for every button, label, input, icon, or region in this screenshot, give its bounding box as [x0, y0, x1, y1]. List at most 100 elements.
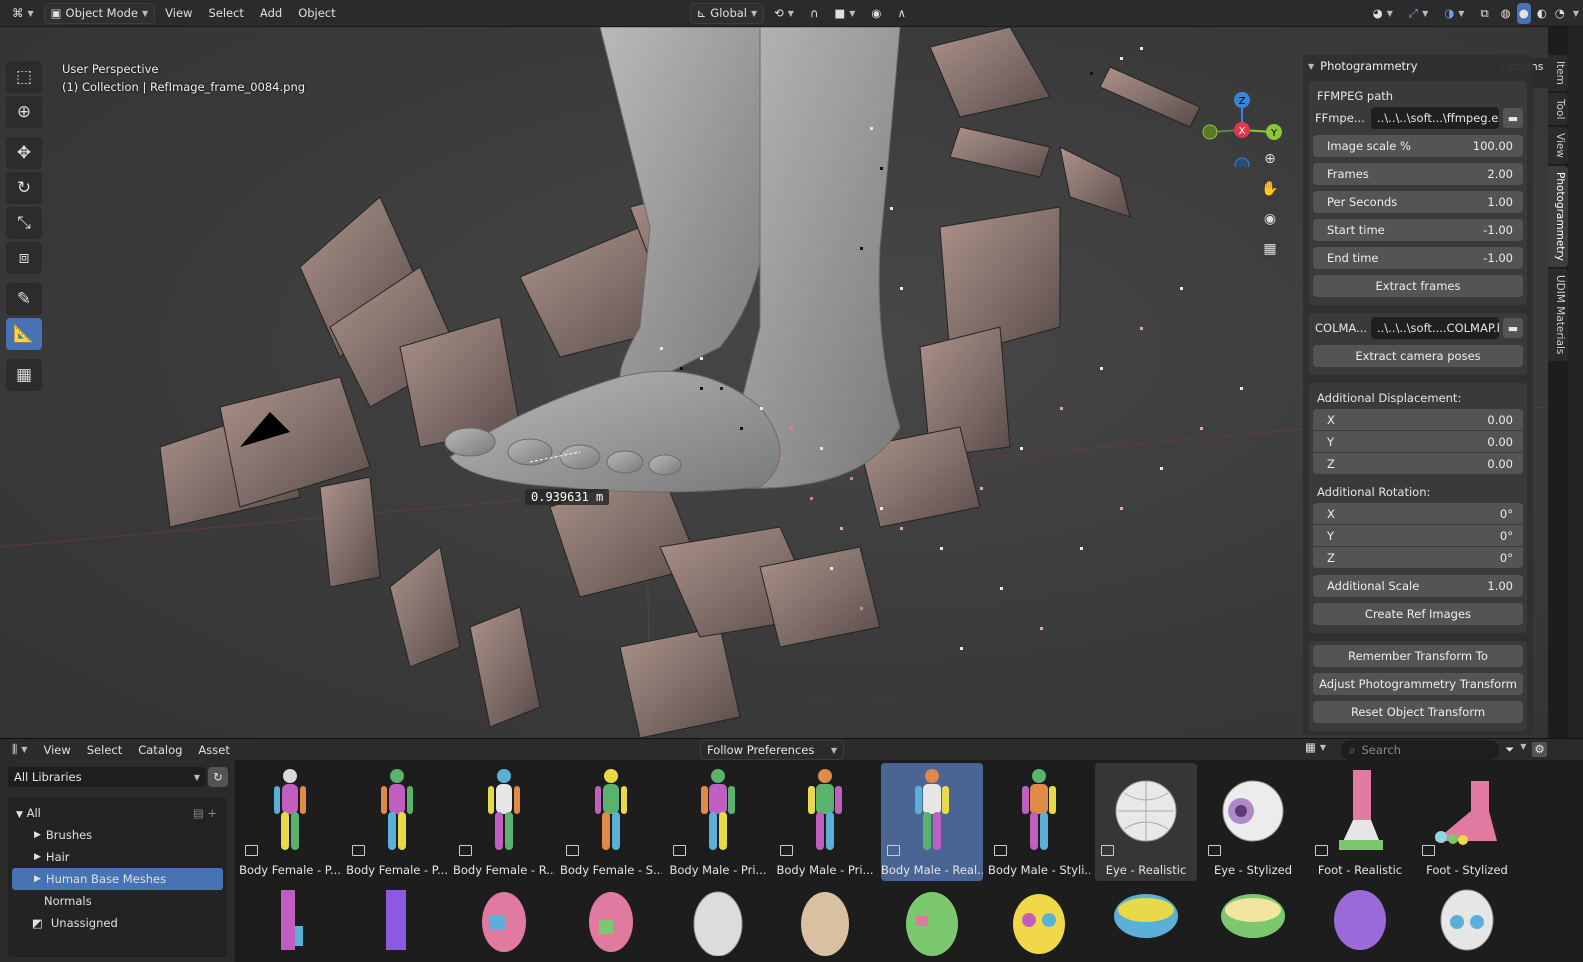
- asset-menu-select[interactable]: Select: [81, 739, 128, 760]
- mode-dropdown[interactable]: ▣ Object Mode ▼: [43, 2, 156, 24]
- displacement-x-field[interactable]: X 0.00: [1313, 409, 1523, 431]
- transform-orientation-dropdown[interactable]: ⊾ Global ▼: [689, 2, 765, 24]
- ortho-grid-icon[interactable]: ▦: [1257, 237, 1283, 261]
- measure-tool[interactable]: 📐: [6, 318, 42, 350]
- menu-select[interactable]: Select: [202, 3, 249, 24]
- library-dropdown[interactable]: All Libraries ▼: [8, 767, 206, 787]
- additional-scale-field[interactable]: Additional Scale 1.00: [1313, 575, 1523, 597]
- menu-object[interactable]: Object: [292, 3, 341, 24]
- folder-icon[interactable]: ▬: [1503, 108, 1523, 128]
- asset-tile[interactable]: Body Male - Pri...: [774, 763, 876, 881]
- move-tool[interactable]: ✥: [6, 137, 42, 169]
- editor-type-button[interactable]: ⫼ ▼: [6, 739, 33, 760]
- asset-tile[interactable]: Body Female - P...: [346, 763, 448, 881]
- skull-thumbnail[interactable]: [1309, 886, 1411, 962]
- end-time-field[interactable]: End time -1.00: [1313, 247, 1523, 269]
- head-thumbnail[interactable]: [774, 886, 876, 962]
- editor-type-button[interactable]: ⌘ ▼: [6, 3, 40, 24]
- extract-frames-button[interactable]: Extract frames: [1313, 275, 1523, 297]
- catalog-item-human-base-meshes[interactable]: ▶ Human Base Meshes: [12, 868, 223, 890]
- head-thumbnail[interactable]: [667, 886, 769, 962]
- tab-udim-materials[interactable]: UDIM Materials: [1548, 269, 1568, 361]
- annotate-tool[interactable]: ✎: [6, 283, 42, 315]
- shading-options-dropdown[interactable]: ▼: [1571, 3, 1583, 24]
- asset-tile[interactable]: Body Male - Styli...: [988, 763, 1090, 881]
- asset-tile[interactable]: Foot - Realistic: [1309, 763, 1411, 881]
- xray-toggle[interactable]: ⧉: [1474, 3, 1494, 24]
- asset-tile[interactable]: Foot - Stylized: [1416, 763, 1518, 881]
- create-ref-images-button[interactable]: Create Ref Images: [1313, 603, 1523, 625]
- head-thumbnail[interactable]: [453, 886, 555, 962]
- skull-thumbnail[interactable]: [1416, 886, 1518, 962]
- refresh-library-button[interactable]: ↻: [208, 767, 228, 787]
- visibility-dropdown[interactable]: ◕ ▼: [1367, 3, 1399, 24]
- menu-add[interactable]: Add: [254, 3, 288, 24]
- shading-wireframe[interactable]: ◍: [1499, 3, 1513, 24]
- tab-tool[interactable]: Tool: [1548, 92, 1568, 126]
- gizmo-toggle[interactable]: ⤢ ▼: [1403, 3, 1434, 24]
- add-cube-tool[interactable]: ▦: [6, 359, 42, 391]
- remember-transform-button[interactable]: Remember Transform To: [1313, 645, 1523, 667]
- rotation-z-field[interactable]: Z 0°: [1313, 547, 1523, 569]
- displacement-y-field[interactable]: Y 0.00: [1313, 431, 1523, 453]
- asset-menu-asset[interactable]: Asset: [192, 739, 235, 760]
- image-scale-field[interactable]: Image scale % 100.00: [1313, 135, 1523, 157]
- hand-thumbnail[interactable]: [239, 886, 341, 962]
- panel-header[interactable]: ▼ Photogrammetry: [1303, 55, 1533, 77]
- shading-rendered[interactable]: ◔: [1553, 3, 1567, 24]
- asset-menu-view[interactable]: View: [37, 739, 76, 760]
- shading-material[interactable]: ◐: [1535, 3, 1549, 24]
- ffmpeg-path-field[interactable]: ..\..\..\soft...\ffmpeg.exe: [1371, 107, 1499, 129]
- pan-hand-icon[interactable]: ✋: [1257, 177, 1283, 201]
- rotate-tool[interactable]: ↻: [6, 172, 42, 204]
- scale-tool[interactable]: ⤡: [6, 207, 42, 239]
- proportional-edit-toggle[interactable]: ◉: [865, 3, 887, 24]
- tab-view[interactable]: View: [1548, 127, 1568, 165]
- asset-tile[interactable]: Body Female - P...: [239, 763, 341, 881]
- grid-view-icon[interactable]: ▦: [1305, 740, 1316, 754]
- camera-view-icon[interactable]: ◉: [1257, 207, 1283, 231]
- transform-tool[interactable]: ⧈: [6, 242, 42, 274]
- teeth-thumbnail[interactable]: [1202, 886, 1304, 962]
- catalog-item-brushes[interactable]: ▶ Brushes: [8, 824, 227, 846]
- catalog-item-unassigned[interactable]: ◩ Unassigned: [8, 912, 227, 934]
- menu-view[interactable]: View: [159, 3, 198, 24]
- falloff-dropdown[interactable]: ∧: [891, 3, 911, 24]
- asset-tile[interactable]: Body Male - Pri...: [667, 763, 769, 881]
- displacement-z-field[interactable]: Z 0.00: [1313, 453, 1523, 475]
- asset-tile[interactable]: Eye - Stylized: [1202, 763, 1304, 881]
- tab-photogrammetry[interactable]: Photogrammetry: [1548, 166, 1568, 268]
- import-method-dropdown[interactable]: Follow Preferences ▼: [700, 740, 844, 760]
- snap-toggle[interactable]: ∩: [804, 3, 824, 24]
- per-seconds-field[interactable]: Per Seconds 1.00: [1313, 191, 1523, 213]
- hand-thumbnail[interactable]: [346, 886, 448, 962]
- adjust-transform-button[interactable]: Adjust Photogrammetry Transform: [1313, 673, 1523, 695]
- teeth-thumbnail[interactable]: [1095, 886, 1197, 962]
- extract-camera-poses-button[interactable]: Extract camera poses: [1313, 345, 1523, 367]
- asset-tile[interactable]: Body Female - R...: [453, 763, 555, 881]
- new-catalog-icons[interactable]: ▤ +: [193, 806, 217, 820]
- select-box-tool[interactable]: ⬚: [6, 61, 42, 93]
- asset-menu-catalog[interactable]: Catalog: [132, 739, 188, 760]
- overlays-toggle[interactable]: ◑ ▼: [1438, 3, 1470, 24]
- folder-icon[interactable]: ▬: [1503, 318, 1523, 338]
- pivot-dropdown[interactable]: ⟲ ▼: [768, 3, 800, 24]
- catalog-item-all[interactable]: ▼ All ▤ +: [8, 802, 227, 824]
- cursor-tool[interactable]: ⊕: [6, 96, 42, 128]
- asset-tile-selected[interactable]: Body Male - Real...: [881, 763, 983, 881]
- head-thumbnail[interactable]: [988, 886, 1090, 962]
- shading-solid[interactable]: ●: [1516, 2, 1531, 24]
- zoom-icon[interactable]: ⊕: [1257, 147, 1283, 171]
- head-thumbnail[interactable]: [560, 886, 662, 962]
- start-time-field[interactable]: Start time -1.00: [1313, 219, 1523, 241]
- tab-item[interactable]: Item: [1548, 55, 1568, 91]
- snap-target-dropdown[interactable]: ■ ▼: [828, 3, 861, 24]
- search-field[interactable]: ⌕ Search: [1341, 740, 1499, 760]
- frames-field[interactable]: Frames 2.00: [1313, 163, 1523, 185]
- filter-icon[interactable]: ⏷: [1505, 742, 1514, 757]
- rotation-y-field[interactable]: Y 0°: [1313, 525, 1523, 547]
- catalog-item-hair[interactable]: ▶ Hair: [8, 846, 227, 868]
- head-thumbnail[interactable]: [881, 886, 983, 962]
- colmap-path-field[interactable]: ..\..\..\soft....COLMAP.bat: [1371, 317, 1499, 339]
- gear-icon[interactable]: ⚙: [1532, 742, 1547, 757]
